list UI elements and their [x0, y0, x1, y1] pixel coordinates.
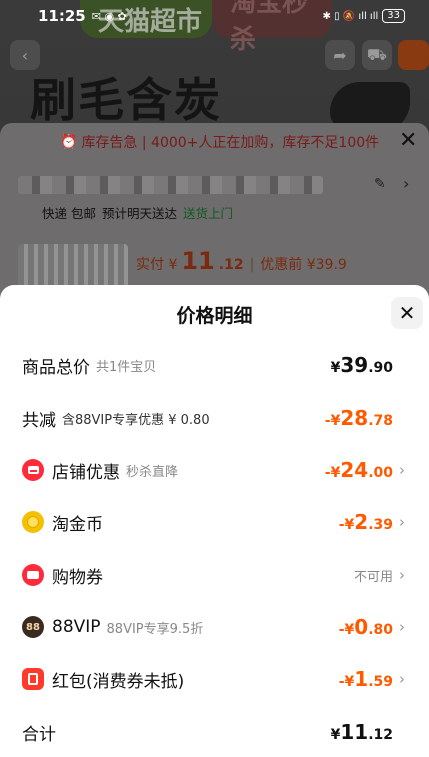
amount-currency: ¥	[330, 360, 341, 376]
row-amount: ¥11.12	[331, 720, 393, 744]
store-icon	[22, 459, 44, 481]
status-bar: 11:25 ✉ ◉ ✿ ✱ ▯ 🔕 ıll ıll 33	[0, 0, 429, 32]
row-goods-total: 商品总价 共1件宝贝 ¥39.90	[0, 345, 429, 385]
amount-int: 1	[354, 667, 369, 691]
amount-dec: .80	[368, 622, 393, 638]
row-grand-total: 合计 ¥11.12	[0, 712, 429, 752]
edit-icon[interactable]: ✎	[374, 176, 386, 192]
product-hero-title: 刷毛含炭	[30, 73, 222, 127]
alarm-icon: ⏰	[60, 134, 78, 150]
price-separator: |	[249, 257, 255, 273]
row-amount: -¥ 2.39	[339, 510, 393, 534]
stock-alert: ⏰ 库存告急 | 4000+人正在加购，库存不足100件	[60, 132, 379, 152]
row-label: 淘金币	[52, 514, 103, 535]
row-store-discount[interactable]: 店铺优惠 秒杀直降 -¥ 24.00 ›	[0, 450, 429, 490]
price-before-discount: 优惠前 ¥39.9	[260, 257, 347, 273]
amount-dec: .12	[368, 727, 393, 743]
amount-dec: .39	[368, 517, 393, 533]
chevron-right-icon: ›	[399, 461, 405, 479]
row-label: 88VIP	[52, 617, 101, 637]
amount-int: 28	[340, 406, 369, 430]
amount-currency: -¥	[324, 465, 341, 481]
row-88vip[interactable]: 88 88VIP 88VIP专享9.5折 -¥ 0.80 ›	[0, 607, 429, 647]
shipping-door: 送货上门	[183, 206, 234, 221]
row-total-discount: 共减 含88VIP专享优惠 ¥ 0.80 -¥ 28.78	[0, 398, 429, 438]
coin-icon	[22, 511, 44, 533]
vip-icon: 88	[22, 616, 44, 638]
row-amount: ¥39.90	[331, 353, 393, 377]
row-sub: 共1件宝贝	[96, 359, 157, 375]
amount-currency: ¥	[330, 727, 341, 743]
amount-int: 2	[354, 510, 369, 534]
shipping-info: 快递 包邮 预计明天送达 送货上门	[42, 203, 233, 222]
amount-dec: .90	[368, 360, 393, 376]
amount-dec: .78	[368, 413, 393, 429]
amount-int: 24	[340, 458, 369, 482]
row-label: 红包(消费券未抵)	[52, 671, 185, 692]
paid-price-int: 11	[181, 247, 215, 275]
battery-icon: 33	[382, 9, 405, 23]
sheet-title: 价格明细	[176, 305, 253, 327]
row-label: 合计	[22, 724, 56, 745]
amount-currency: -¥	[338, 674, 355, 690]
amount-int: 39	[340, 353, 369, 377]
shipping-eta: 预计明天送达	[101, 206, 177, 221]
status-indicators-left: ✉ ◉ ✿	[91, 9, 127, 23]
chevron-right-icon: ›	[399, 513, 405, 531]
red-packet-icon	[22, 668, 44, 690]
status-indicators-right: ✱ ▯ 🔕 ıll ıll 33	[323, 9, 405, 23]
cart-icon[interactable]: ⛟	[362, 40, 392, 70]
amount-int: 11	[340, 720, 369, 744]
row-red-packet[interactable]: 红包(消费券未抵) -¥ 1.59 ›	[0, 659, 429, 699]
stock-alert-text: 库存告急 | 4000+人正在加购，库存不足100件	[81, 135, 380, 151]
chevron-right-icon: ›	[399, 566, 405, 584]
voucher-icon	[22, 564, 44, 586]
signal-icons: ✱ ▯ 🔕 ıll ıll	[322, 10, 379, 22]
price-detail-sheet: 价格明细 ✕ 商品总价 共1件宝贝 ¥39.90 共减 含88VIP专享优惠 ¥…	[0, 285, 429, 757]
chevron-right-icon: ›	[399, 618, 405, 636]
shipping-method: 快递 包邮	[42, 206, 96, 221]
row-label: 店铺优惠	[52, 462, 120, 483]
row-amount: -¥ 28.78	[325, 406, 393, 430]
row-amount: -¥ 24.00	[325, 458, 393, 482]
row-shopping-voucher[interactable]: 购物券 不可用 ›	[0, 555, 429, 595]
blurred-address	[18, 176, 323, 194]
row-status: 不可用	[353, 569, 393, 585]
row-label: 购物券	[52, 567, 103, 588]
row-sub: 秒杀直降	[126, 464, 179, 480]
close-icon[interactable]: ✕	[391, 297, 423, 329]
more-icon[interactable]	[398, 40, 429, 70]
paid-price-prefix: 实付 ¥	[136, 257, 178, 273]
amount-int: 0	[354, 615, 369, 639]
row-taojinbi[interactable]: 淘金币 -¥ 2.39 ›	[0, 502, 429, 542]
chevron-right-icon: ›	[399, 670, 405, 688]
row-label: 商品总价	[22, 357, 90, 378]
amount-dec: .00	[368, 465, 393, 481]
close-icon[interactable]: ✕	[399, 128, 417, 153]
amount-dec: .59	[368, 674, 393, 690]
paid-price: 实付 ¥ 11 .12 | 优惠前 ¥39.9	[136, 247, 347, 275]
amount-currency: -¥	[338, 517, 355, 533]
amount-currency: -¥	[338, 622, 355, 638]
status-time: 11:25	[38, 7, 86, 25]
share-icon[interactable]: ➦	[325, 40, 355, 70]
row-amount: -¥ 0.80	[339, 615, 393, 639]
row-amount: -¥ 1.59	[339, 667, 393, 691]
row-label: 共减	[22, 410, 56, 431]
row-sub: 含88VIP专享优惠 ¥ 0.80	[62, 412, 210, 428]
chevron-right-icon[interactable]: ›	[403, 174, 409, 193]
row-sub: 88VIP专享9.5折	[106, 621, 204, 637]
amount-currency: -¥	[324, 413, 341, 429]
paid-price-dec: .12	[218, 257, 244, 273]
